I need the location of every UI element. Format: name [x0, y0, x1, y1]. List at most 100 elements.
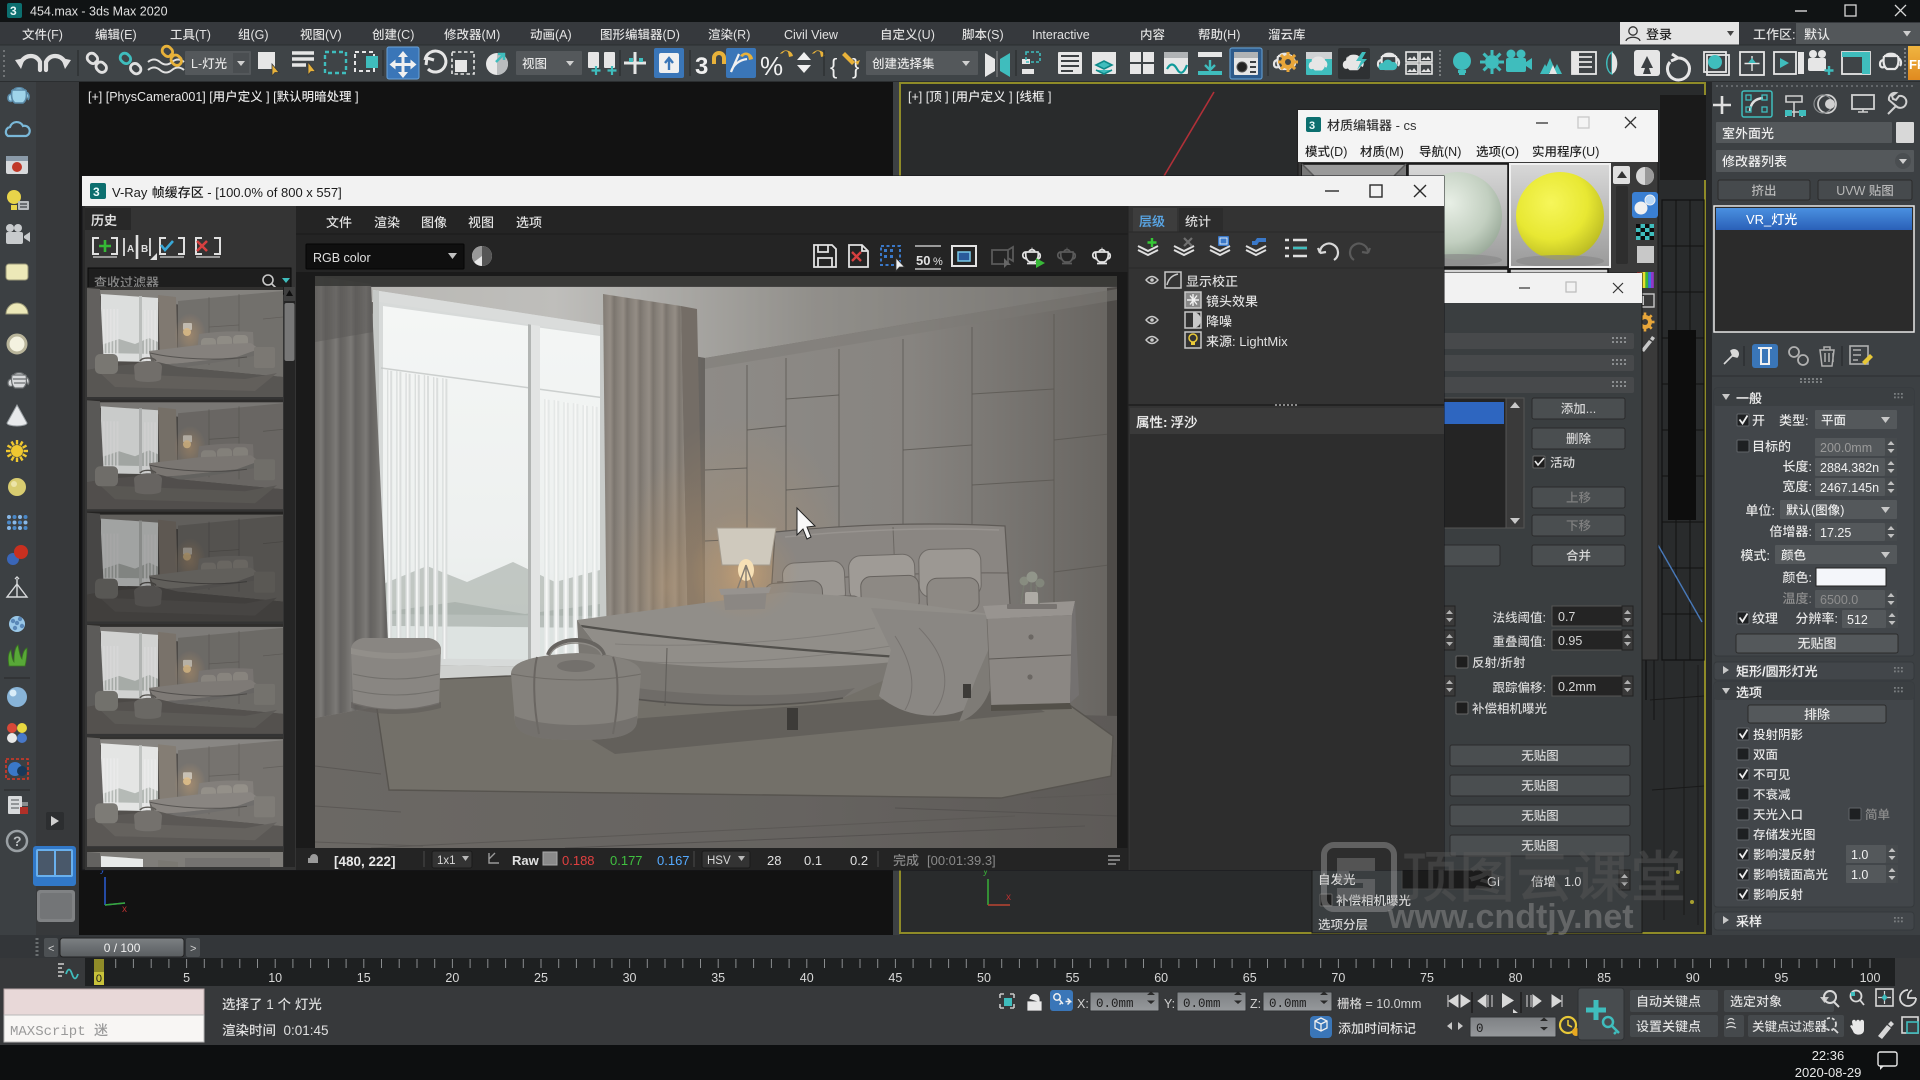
svg-text:Raw: Raw	[512, 853, 540, 868]
svg-text:x: x	[122, 904, 127, 915]
svg-text:0 / 100: 0 / 100	[104, 941, 141, 955]
svg-text:(D): (D)	[663, 28, 680, 42]
svg-text::: :	[1808, 591, 1812, 606]
svg-text:50: 50	[977, 971, 991, 985]
svg-text:100: 100	[1860, 971, 1881, 985]
svg-text:22:36: 22:36	[1812, 1048, 1845, 1063]
svg-text:HSV: HSV	[707, 855, 731, 867]
svg-text:454.max - 3ds Max 2020: 454.max - 3ds Max 2020	[30, 5, 168, 19]
svg-text:70: 70	[1331, 971, 1345, 985]
svg-text:(V): (V)	[325, 28, 342, 42]
svg-text:Z:: Z:	[1250, 997, 1261, 1011]
svg-text:25: 25	[534, 971, 548, 985]
svg-text:X:: X:	[1077, 997, 1089, 1011]
svg-text:Y:: Y:	[1164, 997, 1175, 1011]
svg-text:/: /	[1497, 656, 1501, 670]
svg-text:B: B	[141, 244, 148, 255]
svg-text:(H): (H)	[1223, 28, 1240, 42]
svg-text:6500.0: 6500.0	[1820, 593, 1858, 607]
svg-text:1x1: 1x1	[437, 855, 456, 867]
svg-text:(C): (C)	[397, 28, 414, 42]
svg-text:20: 20	[445, 971, 459, 985]
svg-text::: :	[1808, 570, 1812, 585]
svg-text:www.cndtjy.net: www.cndtjy.net	[1387, 898, 1634, 936]
svg-text:0.177: 0.177	[610, 853, 643, 868]
svg-text:(E): (E)	[120, 28, 137, 42]
svg-text:1.0: 1.0	[1851, 868, 1868, 882]
svg-text:10: 10	[268, 971, 282, 985]
svg-text:[00:01:39.3]: [00:01:39.3]	[927, 853, 996, 868]
svg-text:(R): (R)	[733, 28, 750, 42]
svg-text:x: x	[1006, 892, 1011, 903]
svg-text:>: >	[190, 943, 196, 955]
svg-text::: :	[1808, 524, 1812, 539]
svg-text:1.0: 1.0	[1851, 848, 1868, 862]
svg-text:0.0mm: 0.0mm	[1096, 997, 1134, 1011]
svg-text:5: 5	[183, 971, 190, 985]
svg-text::: :	[1543, 635, 1546, 649]
svg-text::: :	[1771, 503, 1775, 518]
svg-text:0.7: 0.7	[1558, 610, 1575, 624]
svg-text:3: 3	[1309, 120, 1315, 132]
svg-text:200.0mm: 200.0mm	[1820, 441, 1872, 455]
svg-text:[480, 222]: [480, 222]	[334, 854, 396, 869]
svg-text:?: ?	[13, 833, 22, 849]
svg-text:3: 3	[695, 53, 708, 80]
svg-text:40: 40	[800, 971, 814, 985]
svg-text:[+] [: [+] [	[908, 90, 930, 104]
svg-text:(A): (A)	[555, 28, 572, 42]
svg-text:0:01:45: 0:01:45	[276, 1023, 329, 1038]
svg-text:512: 512	[1847, 613, 1868, 627]
svg-text:30: 30	[623, 971, 637, 985]
svg-text:(U): (U)	[918, 28, 935, 42]
svg-text:FP: FP	[1909, 57, 1920, 72]
svg-text:0.188: 0.188	[562, 853, 595, 868]
svg-text:3: 3	[93, 185, 100, 199]
svg-text:MAXScript: MAXScript	[10, 1024, 94, 1040]
svg-text:1: 1	[263, 997, 278, 1012]
svg-text:95: 95	[1774, 971, 1788, 985]
svg-text:[+] [PhysCamera001] [: [+] [PhysCamera001] [	[88, 90, 213, 104]
svg-text:Civil View: Civil View	[784, 28, 839, 42]
svg-text:0.95: 0.95	[1558, 634, 1582, 648]
svg-text::: :	[1808, 479, 1812, 494]
svg-text:%: %	[933, 256, 943, 268]
svg-text:2467.145n: 2467.145n	[1820, 481, 1879, 495]
svg-text:85: 85	[1597, 971, 1611, 985]
svg-text::: :	[1543, 611, 1546, 625]
svg-text:80: 80	[1509, 971, 1523, 985]
svg-text:3: 3	[10, 4, 17, 18]
svg-text:V-Ray: V-Ray	[112, 185, 151, 200]
svg-text:/: /	[1762, 664, 1766, 679]
svg-text:75: 75	[1420, 971, 1434, 985]
svg-text:(F): (F)	[47, 28, 63, 42]
svg-text:: LightMix: : LightMix	[1232, 334, 1288, 349]
svg-text:UVW: UVW	[1836, 184, 1869, 198]
svg-text::: :	[1163, 415, 1171, 430]
svg-text:<: <	[48, 943, 54, 955]
svg-text::: :	[1792, 27, 1796, 42]
svg-text:0.167: 0.167	[657, 853, 690, 868]
svg-text:(U): (U)	[1582, 145, 1599, 159]
svg-text::: :	[1808, 459, 1812, 474]
svg-text:= 10.0mm: = 10.0mm	[1362, 997, 1421, 1011]
svg-text:0.1: 0.1	[804, 853, 822, 868]
svg-text:] [: ] [	[1006, 90, 1020, 104]
svg-text:0.2: 0.2	[850, 853, 868, 868]
svg-text:(M): (M)	[482, 28, 501, 42]
svg-text:]: ]	[1045, 90, 1052, 104]
svg-text:(M): (M)	[1385, 145, 1404, 159]
svg-text:0.2mm: 0.2mm	[1558, 680, 1596, 694]
svg-text:2020-08-29: 2020-08-29	[1795, 1065, 1862, 1080]
svg-text:17.25: 17.25	[1820, 526, 1851, 540]
svg-text:15: 15	[357, 971, 371, 985]
svg-text:(S): (S)	[987, 28, 1004, 42]
svg-text::: :	[1834, 611, 1838, 626]
svg-text:]: ]	[352, 90, 359, 104]
svg-text:(O): (O)	[1501, 145, 1519, 159]
svg-text:RGB color: RGB color	[313, 251, 371, 265]
svg-text:..: ..	[1827, 1020, 1834, 1034]
svg-text:): )	[1840, 504, 1844, 518]
svg-text::: :	[1805, 413, 1809, 428]
svg-text:0: 0	[1476, 1022, 1484, 1036]
